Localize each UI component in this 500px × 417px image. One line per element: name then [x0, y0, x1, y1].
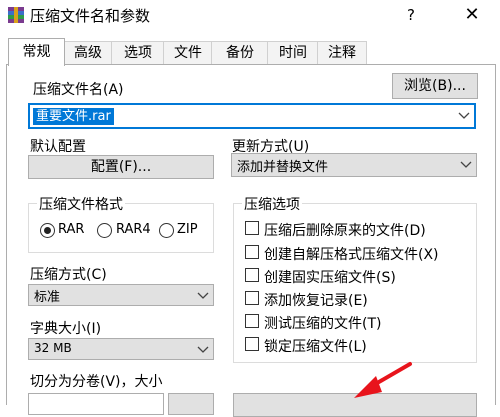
chevron-down-icon[interactable]: [458, 110, 470, 120]
chevron-down-icon: [197, 292, 209, 299]
radio-zip[interactable]: [159, 223, 174, 238]
browse-button[interactable]: 浏览(B)...: [392, 73, 478, 99]
dictionary-size-select[interactable]: 32 MB: [28, 338, 214, 360]
checkbox-create-sfx[interactable]: [245, 245, 259, 259]
chevron-down-icon: [460, 161, 472, 168]
option-solid-archive-label: 创建固实压缩文件(S): [264, 270, 396, 286]
tab-time[interactable]: 时间: [267, 41, 319, 65]
tab-advanced[interactable]: 高级: [63, 41, 113, 65]
profiles-button[interactable]: 配置(F)...: [28, 155, 214, 179]
archive-name-value: 重要文件.rar: [33, 108, 114, 125]
update-mode-select[interactable]: 添加并替换文件: [231, 153, 477, 177]
radio-rar4-label: RAR4: [116, 222, 151, 237]
checkbox-recovery-record[interactable]: [245, 291, 259, 305]
option-delete-after-label: 压缩后删除原来的文件(D): [264, 223, 426, 239]
chevron-down-icon: [197, 346, 209, 353]
profile-label: 默认配置: [30, 139, 86, 155]
annotation-arrow-icon: [354, 362, 412, 398]
archive-format-label: 压缩文件格式: [37, 194, 125, 214]
option-create-sfx-label: 创建自解压格式压缩文件(X): [264, 247, 439, 263]
option-recovery-record-label: 添加恢复记录(E): [264, 293, 368, 309]
tab-backup[interactable]: 备份: [211, 41, 269, 65]
archive-name-input[interactable]: 重要文件.rar: [28, 103, 476, 129]
help-button[interactable]: ?: [399, 3, 423, 27]
split-volumes-input[interactable]: [28, 393, 164, 415]
winrar-icon: [8, 7, 24, 23]
dictionary-size-value: 32 MB: [34, 341, 72, 355]
checkbox-lock-archive[interactable]: [245, 337, 259, 351]
compression-method-select[interactable]: 标准: [28, 284, 214, 306]
tab-bar: 常规 高级 选项 文件 备份 时间 注释: [0, 38, 500, 66]
tab-files[interactable]: 文件: [163, 41, 213, 65]
window-title: 压缩文件名和参数: [30, 7, 151, 25]
compression-method-value: 标准: [34, 290, 61, 305]
tab-comment[interactable]: 注释: [317, 41, 367, 65]
radio-zip-label: ZIP: [177, 222, 198, 237]
checkbox-solid-archive[interactable]: [245, 268, 259, 282]
dictionary-size-label: 字典大小(I): [30, 321, 102, 337]
radio-rar[interactable]: [40, 223, 55, 238]
archiving-options-label: 压缩选项: [242, 194, 302, 214]
split-unit-select[interactable]: [168, 393, 214, 415]
split-volumes-label: 切分为分卷(V)，大小: [30, 374, 163, 390]
tab-options[interactable]: 选项: [111, 41, 165, 65]
checkbox-test-files[interactable]: [245, 314, 259, 328]
option-test-files-label: 测试压缩的文件(T): [264, 316, 382, 332]
radio-rar-label: RAR: [58, 222, 85, 237]
title-bar: 压缩文件名和参数 ? ✕: [0, 0, 500, 30]
archive-name-label: 压缩文件名(A): [33, 82, 124, 98]
tab-general[interactable]: 常规: [8, 38, 65, 66]
compression-method-label: 压缩方式(C): [30, 267, 107, 283]
close-button[interactable]: ✕: [460, 3, 484, 27]
update-mode-value: 添加并替换文件: [237, 160, 329, 175]
checkbox-delete-after[interactable]: [245, 221, 259, 235]
option-lock-archive-label: 锁定压缩文件(L): [264, 339, 367, 355]
radio-rar4[interactable]: [97, 223, 112, 238]
